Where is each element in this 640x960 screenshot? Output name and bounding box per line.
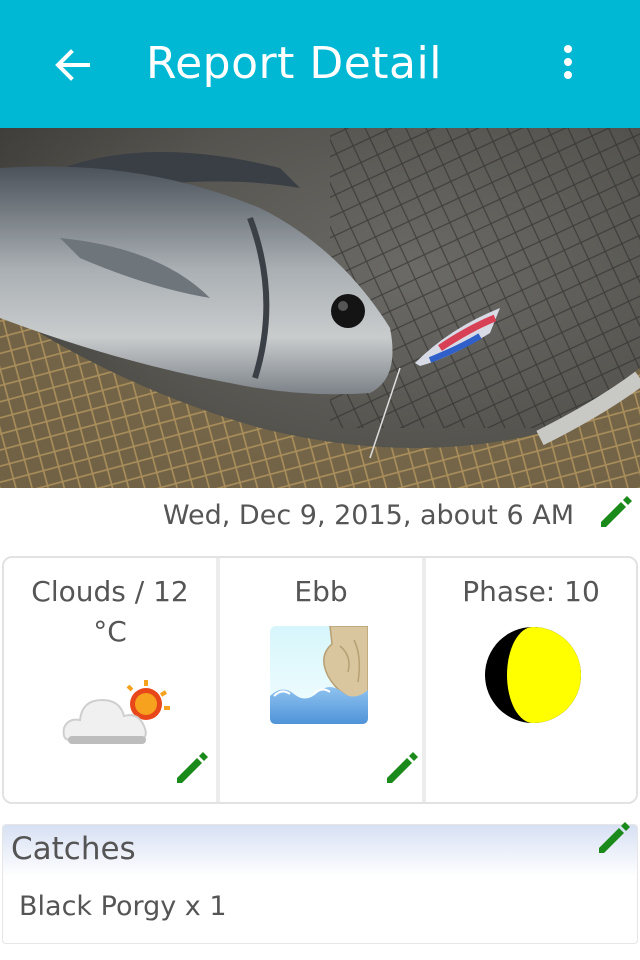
more-vertical-icon [564, 45, 572, 79]
conditions-panel: Clouds / 12 °C Ebb Phase: 10 [2, 556, 638, 804]
arrow-left-icon [55, 49, 90, 81]
page-title: Report Detail [146, 38, 442, 89]
tide-label: Ebb [294, 575, 348, 608]
cloud-sun-icon [62, 680, 170, 744]
catches-title: Catches [11, 831, 136, 867]
app-bar: Report Detail [0, 0, 640, 128]
edit-tide-pencil-icon[interactable] [382, 748, 422, 788]
back-button[interactable] [44, 40, 100, 90]
tide-card[interactable]: Ebb [216, 558, 422, 802]
overflow-menu-button[interactable] [548, 36, 588, 88]
edit-weather-pencil-icon[interactable] [172, 748, 212, 788]
report-date-row: Wed, Dec 9, 2015, about 6 AM [0, 492, 640, 548]
edit-catches-pencil-icon[interactable] [594, 818, 634, 858]
edit-date-pencil-icon[interactable] [596, 492, 636, 532]
weather-label: Clouds / 12 °C [31, 575, 189, 648]
report-photo[interactable] [0, 128, 640, 488]
weather-card[interactable]: Clouds / 12 °C [4, 558, 216, 802]
catches-section: Catches Black Porgy x 1 [2, 824, 638, 944]
catch-list-item[interactable]: Black Porgy x 1 [19, 891, 227, 922]
catches-header: Catches [3, 825, 637, 877]
fish-photo [0, 128, 640, 488]
moon-card[interactable]: Phase: 10 [422, 558, 636, 802]
moon-label: Phase: 10 [462, 575, 600, 608]
moon-phase-icon [485, 627, 581, 723]
report-date: Wed, Dec 9, 2015, about 6 AM [162, 500, 574, 531]
tide-wave-icon [270, 626, 368, 724]
